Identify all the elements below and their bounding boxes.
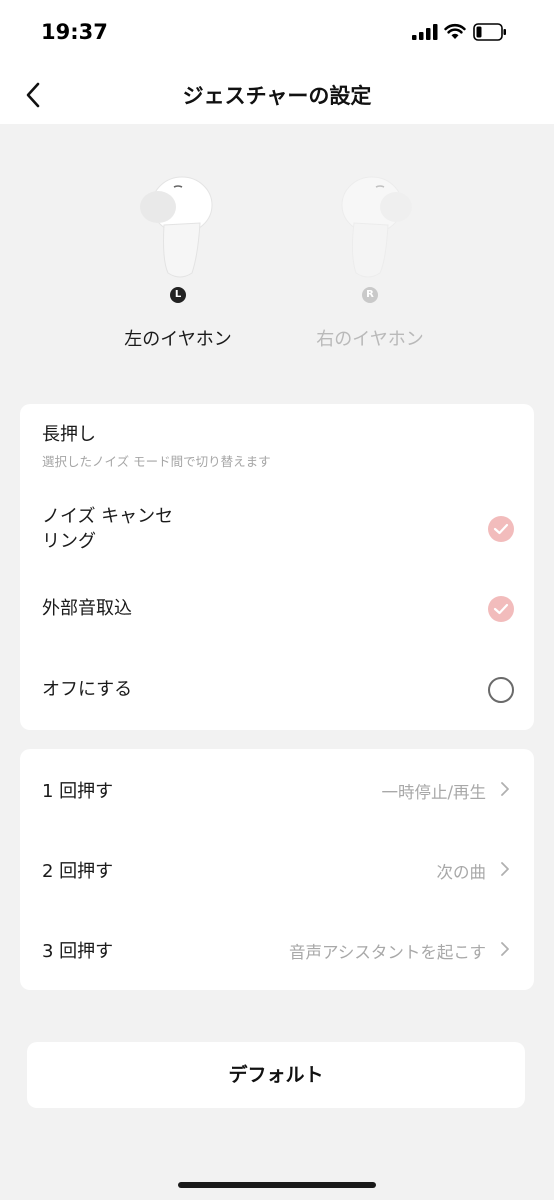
right-earbud-image [341, 176, 412, 278]
left-badge: L [170, 287, 186, 303]
option-noise-cancelling[interactable]: ノイズ キャンセ リング [20, 504, 534, 564]
status-time: 19:37 [41, 20, 108, 44]
option-off[interactable]: オフにする [20, 675, 534, 705]
checkbox-checked[interactable] [488, 596, 514, 622]
press-label: 3 回押す [42, 941, 114, 962]
triple-press-row[interactable]: 3 回押す 音声アシスタントを起こす [20, 909, 534, 989]
checkbox-checked[interactable] [488, 516, 514, 542]
navigation-bar: ジェスチャーの設定 [0, 66, 554, 124]
long-press-description: 選択したノイズ モード間で切り替えます [42, 454, 271, 469]
press-actions-card: 1 回押す 一時停止/再生 2 回押す 次の曲 3 回押す 音声アシスタントを起… [20, 749, 534, 990]
default-button[interactable]: デフォルト [27, 1042, 525, 1108]
press-value: 次の曲 [436, 863, 487, 882]
battery-icon [473, 23, 506, 41]
chevron-right-icon [501, 942, 509, 956]
single-press-row[interactable]: 1 回押す 一時停止/再生 [20, 749, 534, 829]
press-value: 音声アシスタントを起こす [288, 943, 486, 962]
long-press-title: 長押し [42, 424, 96, 445]
cellular-signal-icon [412, 24, 438, 40]
option-label: ノイズ キャンセ リング [42, 504, 173, 554]
left-earbud-label: 左のイヤホン [124, 329, 232, 350]
status-bar: 19:37 [0, 0, 554, 66]
checkmark-icon [493, 603, 509, 615]
earbud-left-selector[interactable]: L 左のイヤホン [118, 165, 238, 355]
press-label: 2 回押す [42, 861, 114, 882]
page-title: ジェスチャーの設定 [182, 84, 372, 108]
home-indicator [178, 1182, 376, 1188]
option-ambient-sound[interactable]: 外部音取込 [20, 594, 534, 624]
press-value: 一時停止/再生 [381, 783, 486, 802]
press-label: 1 回押す [42, 781, 114, 802]
option-label: 外部音取込 [42, 598, 132, 619]
right-earbud-label: 右のイヤホン [316, 329, 424, 350]
earbud-right-selector[interactable]: R 右のイヤホン [310, 165, 430, 355]
option-label: オフにする [42, 679, 133, 700]
checkmark-icon [493, 523, 509, 535]
long-press-card: 長押し 選択したノイズ モード間で切り替えます ノイズ キャンセ リング 外部音… [20, 404, 534, 730]
right-badge: R [362, 287, 378, 303]
wifi-icon [444, 23, 466, 39]
checkbox-unchecked[interactable] [488, 677, 514, 703]
chevron-right-icon [501, 862, 509, 876]
double-press-row[interactable]: 2 回押す 次の曲 [20, 829, 534, 909]
left-earbud-image [140, 176, 213, 278]
option-label-line: ノイズ キャンセ [42, 506, 174, 527]
chevron-right-icon [501, 782, 509, 796]
option-label-line: リング [42, 531, 96, 552]
